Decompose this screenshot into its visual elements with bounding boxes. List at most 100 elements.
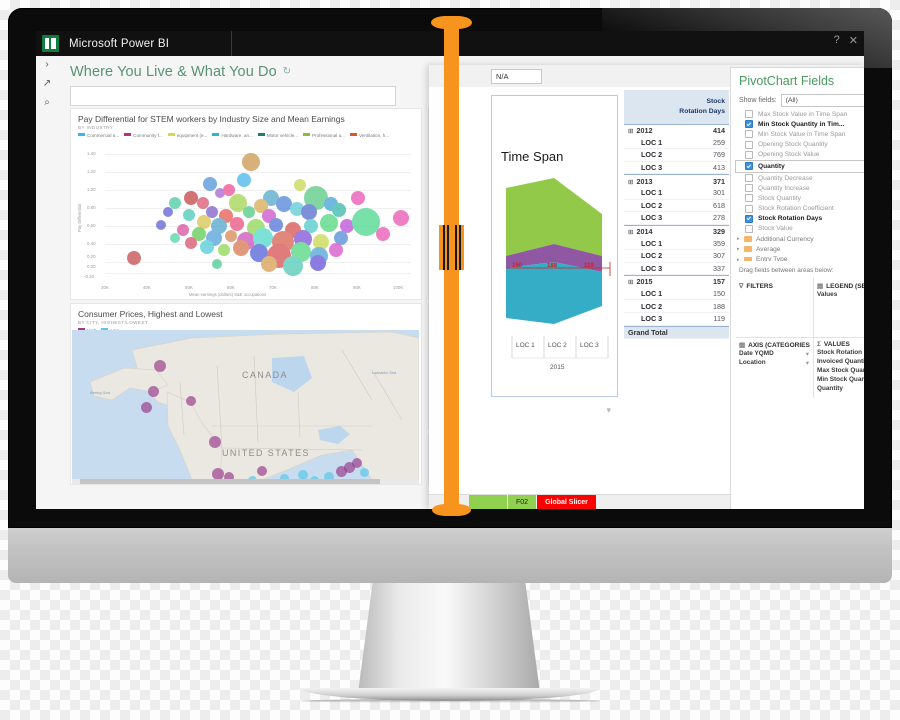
card-subtitle: BY INDUSTRY <box>78 125 114 130</box>
checkbox[interactable] <box>745 204 753 213</box>
table-row[interactable]: LOC 1 359 <box>624 237 729 250</box>
table-row[interactable]: LOC 3 119 <box>624 313 729 326</box>
field-row[interactable]: Stock Rotation Coefficient <box>735 204 864 214</box>
table-row[interactable]: 2012 414 <box>624 124 729 137</box>
sheet-tab-global-slicer[interactable]: Global Slicer <box>537 495 596 509</box>
field-list[interactable]: Max Stock Value in Time Span Min Stock Q… <box>735 109 864 261</box>
area-filters[interactable]: ∇ FILTERS <box>739 282 815 291</box>
checkbox[interactable] <box>745 140 753 149</box>
table-row[interactable]: LOC 1 301 <box>624 187 729 200</box>
legend-item: equipment (e... <box>167 133 207 138</box>
name-box[interactable]: N/A <box>491 69 542 84</box>
table-row[interactable]: LOC 1 150 <box>624 288 729 301</box>
table-row[interactable]: 2013 371 <box>624 174 729 187</box>
checkbox[interactable] <box>745 174 753 183</box>
chevron-right-icon[interactable]: ▸ <box>737 236 744 242</box>
table-row[interactable]: LOC 2 188 <box>624 300 729 313</box>
area-field-chip[interactable]: Max Stock Quan...▾ <box>817 367 864 375</box>
search-input[interactable] <box>70 86 396 106</box>
field-row-active[interactable]: Quantity▾ <box>735 159 864 173</box>
search-icon[interactable]: ⌕ <box>44 98 50 108</box>
table-row[interactable]: LOC 1 259 <box>624 137 729 150</box>
field-label: Stock Value <box>758 225 793 233</box>
area-field-chip[interactable]: Quantity▾ <box>817 385 864 393</box>
chevron-down-icon[interactable]: ▾ <box>806 350 809 358</box>
table-row[interactable]: LOC 3 278 <box>624 212 729 225</box>
area-legend[interactable]: ▤LEGEND (SERIES) Values▾ <box>817 282 864 299</box>
area-field-chip[interactable]: Values▾ <box>817 291 864 299</box>
map-pin[interactable] <box>148 386 159 397</box>
checkbox[interactable] <box>745 130 753 139</box>
field-row[interactable]: Stock Value <box>735 224 864 234</box>
map-pin[interactable] <box>141 402 152 413</box>
page-title-text: Where You Live & What You Do <box>70 64 277 80</box>
map-pin[interactable] <box>257 466 267 476</box>
chevron-down-icon[interactable]: ▾ <box>806 359 809 367</box>
show-fields-select[interactable]: (All) ▾ <box>780 94 864 107</box>
pivotchart-fields-pane: PivotChart Fields ✕ Show fields: (All) ▾… <box>730 67 864 509</box>
area-values[interactable]: ΣVALUES Stock Rotation ...▾ Invoiced Qua… <box>817 341 864 393</box>
card-pay-differential[interactable]: Pay Differential for STEM workers by Ind… <box>70 108 422 300</box>
table-row[interactable]: 2014 329 <box>624 224 729 238</box>
area-title: AXIS (CATEGORIES <box>748 341 810 349</box>
chevron-right-icon[interactable]: ▸ <box>737 257 744 261</box>
checkbox[interactable] <box>745 194 753 203</box>
pivot-table[interactable]: Stock Rotation Days 2012 414 LOC 1 259 LOC… <box>624 90 729 340</box>
field-folder-row[interactable]: ▸ Additional Currency <box>735 234 864 244</box>
field-row[interactable]: Opening Stock Quantity <box>735 140 864 150</box>
checkbox[interactable] <box>745 162 753 171</box>
field-folder-row[interactable]: ▸ Entry Type <box>735 254 864 261</box>
map-canvas[interactable]: CANADA UNITED STATES Bering Sea Labrador… <box>72 330 419 483</box>
field-row[interactable]: Min Stock Quantity in Tim... <box>735 119 864 129</box>
map-pin[interactable] <box>209 436 221 448</box>
refresh-icon[interactable]: ↻ <box>283 66 291 77</box>
map-pin[interactable] <box>360 468 369 477</box>
map-pin[interactable] <box>154 360 166 372</box>
checkbox[interactable] <box>745 184 753 193</box>
area-axis[interactable]: ▤ AXIS (CATEGORIES Date YQMD ▾ Location ▾ <box>739 341 815 368</box>
field-row[interactable]: Quantity Increase <box>735 183 864 193</box>
table-row-grand-total[interactable]: Grand Total <box>624 325 729 340</box>
checkbox[interactable] <box>745 214 753 223</box>
table-row[interactable]: LOC 2 769 <box>624 149 729 162</box>
chevron-right-icon[interactable]: ▸ <box>737 246 744 252</box>
sheet-tab-partial[interactable] <box>469 495 507 509</box>
sheet-tab-f02[interactable]: F02 <box>508 495 537 509</box>
chart-filter-icon[interactable]: ▾ <box>606 405 611 416</box>
map-pin[interactable] <box>186 396 196 406</box>
help-icon[interactable]: ? <box>834 34 840 47</box>
window-controls[interactable]: ? ✕ <box>834 34 858 47</box>
checkbox[interactable] <box>745 150 753 159</box>
map-scrollbar[interactable] <box>72 479 419 484</box>
area-field-chip[interactable]: Min Stock Quan...▾ <box>817 376 864 384</box>
checkbox[interactable] <box>745 120 753 129</box>
expand-chevron-icon[interactable]: › <box>45 60 48 70</box>
field-row[interactable]: Min Stock Value in Time Span <box>735 129 864 139</box>
field-row[interactable]: Max Stock Value in Time Span <box>735 109 864 119</box>
field-row[interactable]: Stock Rotation Days <box>735 214 864 224</box>
table-row[interactable]: LOC 3 337 <box>624 263 729 276</box>
field-row[interactable]: Quantity Decrease <box>735 173 864 183</box>
checkbox[interactable] <box>745 110 753 119</box>
chip-label: Min Stock Quan... <box>817 376 864 383</box>
area-field-chip[interactable]: Stock Rotation ...▾ <box>817 349 864 357</box>
area-field-chip[interactable]: Date YQMD ▾ <box>739 350 815 358</box>
chart-heading: Time Span <box>501 149 564 164</box>
table-row[interactable]: 2015 157 <box>624 275 729 288</box>
pivot-chart[interactable]: 150 188 119 LOC 1 LOC 2 LOC 3 2015 ▾ <box>491 95 618 415</box>
checkbox[interactable] <box>745 224 753 233</box>
map-pin[interactable] <box>352 458 362 468</box>
close-icon[interactable]: ✕ <box>849 34 858 47</box>
table-row[interactable]: LOC 2 618 <box>624 200 729 213</box>
area-field-chip[interactable]: Location ▾ <box>739 359 815 367</box>
table-row[interactable]: LOC 2 307 <box>624 250 729 263</box>
area-field-chip[interactable]: Invoiced Quantity▾ <box>817 358 864 366</box>
sea-label-labrador: Labrador Sea <box>372 370 397 375</box>
card-consumer-prices[interactable]: Consumer Prices, Highest and Lowest BY C… <box>70 303 422 485</box>
open-external-icon[interactable]: ↗ <box>43 79 51 89</box>
field-row[interactable]: Opening Stock Value <box>735 150 864 160</box>
table-row[interactable]: LOC 3 413 <box>624 162 729 175</box>
field-row[interactable]: Stock Quantity <box>735 193 864 203</box>
field-folder-row[interactable]: ▸ Average <box>735 244 864 254</box>
sea-label-bering: Bering Sea <box>90 390 110 395</box>
